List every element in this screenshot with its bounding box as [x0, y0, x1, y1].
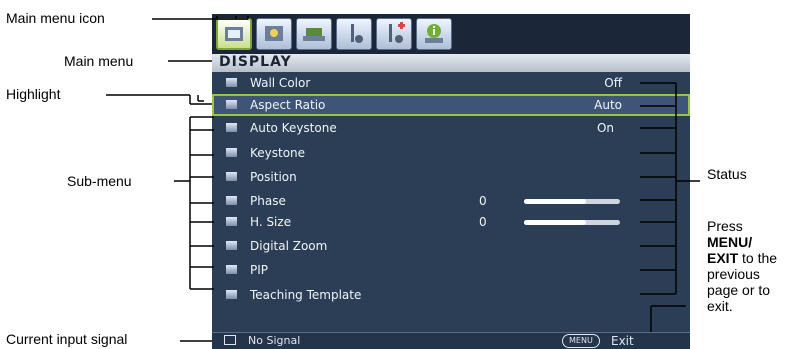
callout-highlight: Highlight — [6, 86, 61, 102]
callout-sub-menu: Sub-menu — [67, 173, 132, 189]
press-bold-menu: MENU/ — [707, 234, 753, 250]
callout-main-menu-icon: Main menu icon — [6, 10, 105, 26]
press-line-6: exit. — [707, 298, 733, 314]
callout-current-input-signal: Current input signal — [6, 331, 128, 347]
press-rest: to the — [738, 250, 778, 266]
press-line-5: page or to — [707, 282, 771, 298]
callout-press-menu-exit: Press MENU/ EXIT to the previous page or… — [707, 218, 777, 314]
press-line-1: Press — [707, 218, 743, 234]
press-bold-exit: EXIT — [707, 250, 739, 266]
callout-main-menu: Main menu — [64, 53, 134, 69]
callout-status: Status — [707, 166, 747, 182]
press-line-4: previous — [707, 266, 760, 282]
